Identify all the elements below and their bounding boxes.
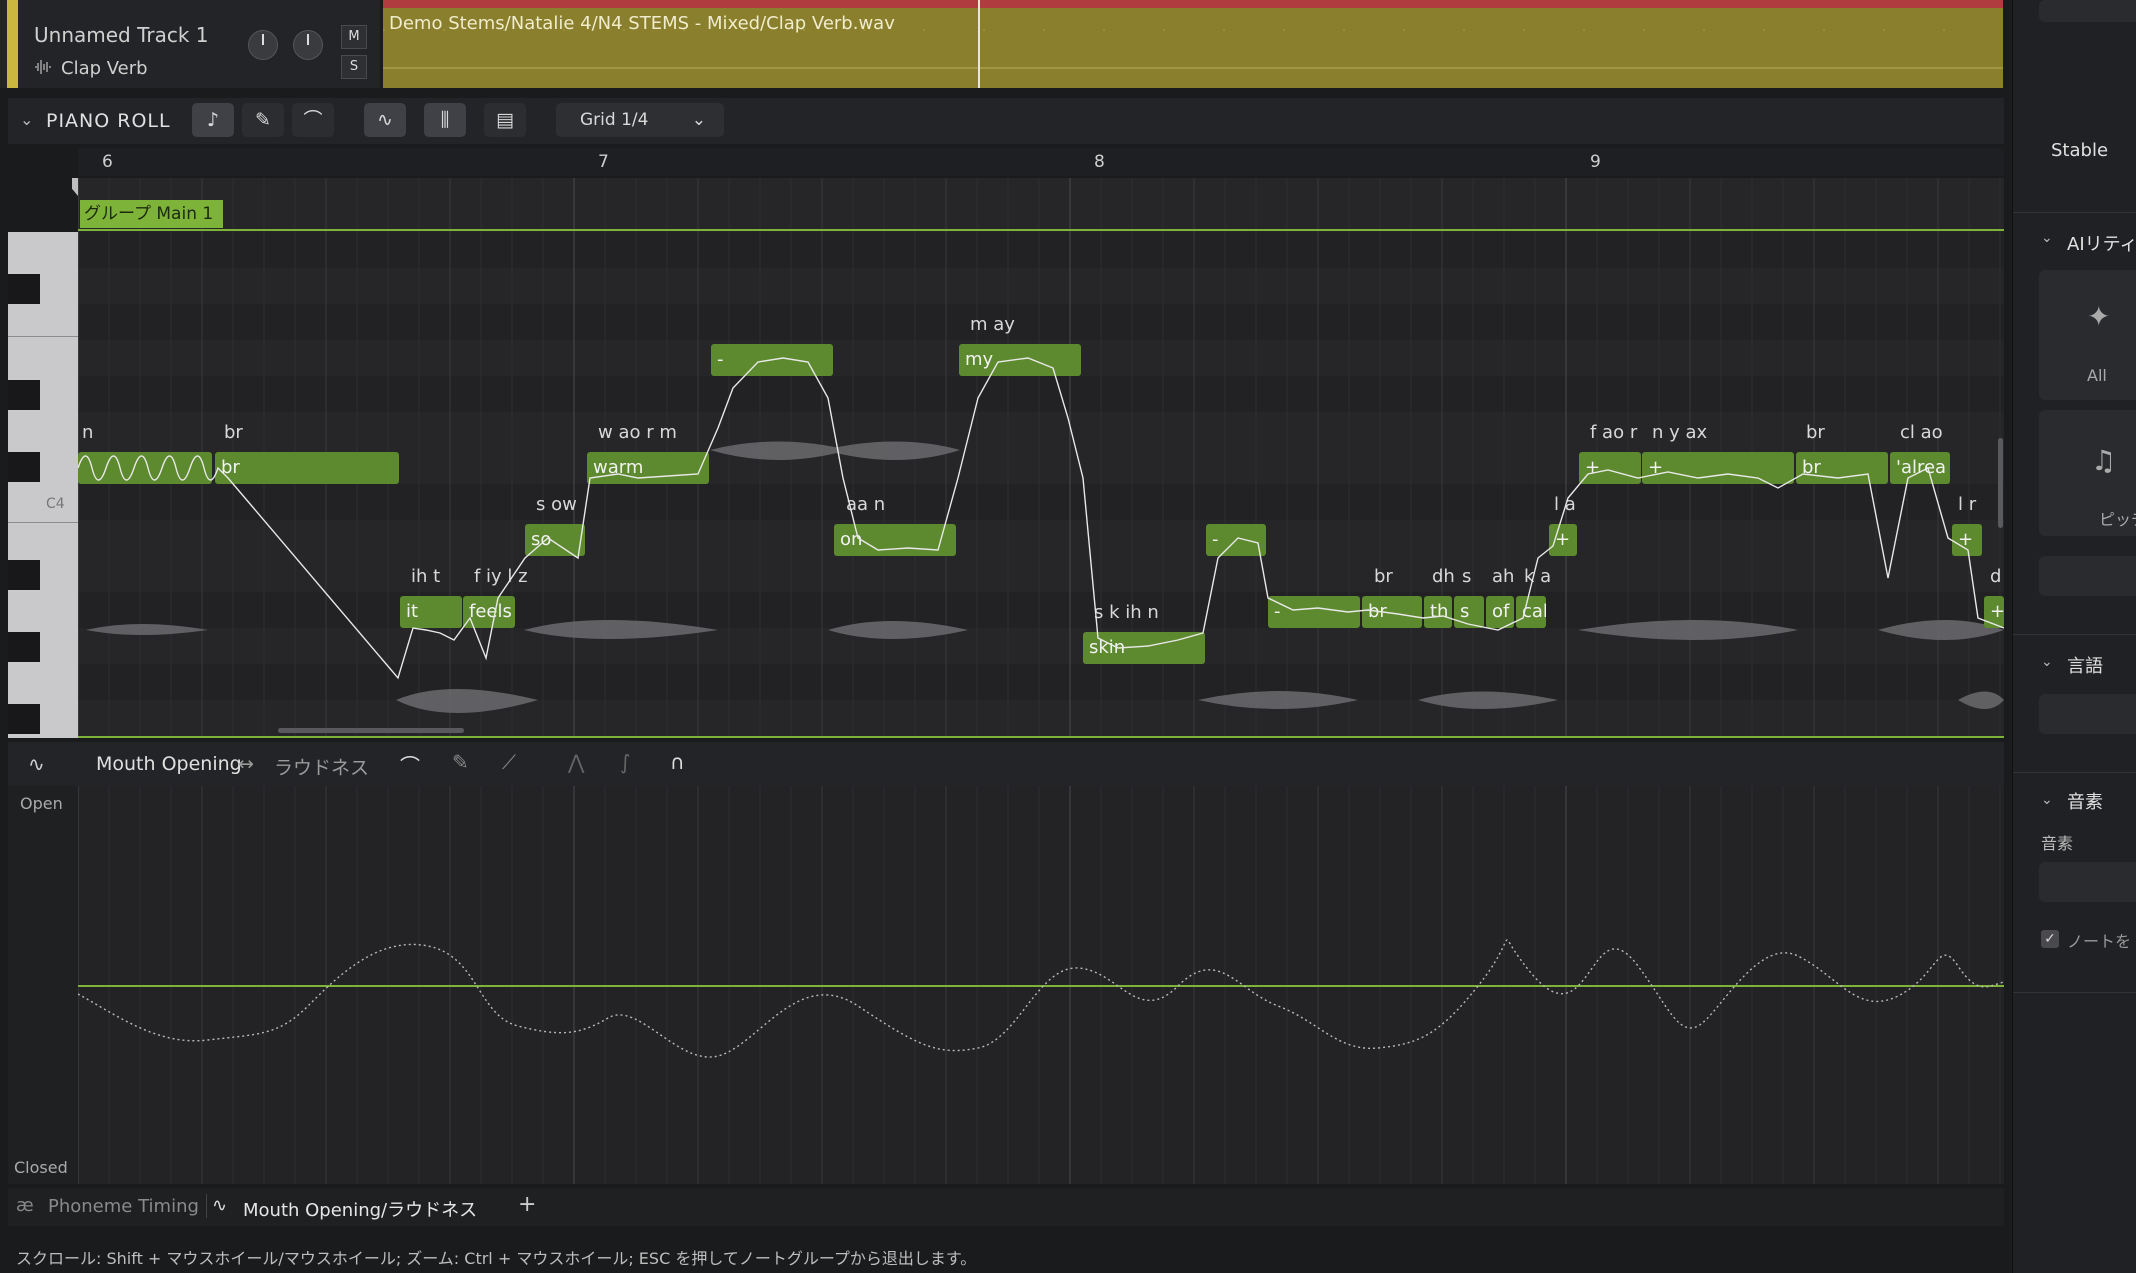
waveform-toggle-icon[interactable]: ⫼: [424, 103, 466, 137]
black-key[interactable]: [8, 452, 40, 482]
peak-shape-icon[interactable]: ⋀: [568, 750, 584, 774]
chevron-down-icon[interactable]: ⌄: [2041, 230, 2053, 246]
add-tab-button[interactable]: +: [518, 1192, 536, 1217]
piano-roll-title: PIANO ROLL: [46, 110, 171, 132]
pencil-tool-icon[interactable]: ✎: [242, 103, 284, 137]
section-divider: [2013, 634, 2136, 635]
track-header[interactable]: Unnamed Track 1 Clap Verb M S: [0, 0, 380, 88]
ai-field[interactable]: [2039, 556, 2136, 596]
solo-button[interactable]: S: [341, 55, 367, 79]
all-label: All: [2087, 366, 2107, 385]
track-name[interactable]: Unnamed Track 1: [34, 23, 209, 47]
tab-mouth-opening[interactable]: Mouth Opening/ラウドネス: [243, 1196, 477, 1222]
phoneme-field-label: 音素: [2041, 834, 2074, 853]
audio-clip[interactable]: Demo Stems/Natalie 4/N4 STEMS - Mixed/Cl…: [383, 0, 2003, 88]
piano-keyboard[interactable]: C4: [8, 232, 78, 738]
playhead[interactable]: [978, 0, 980, 88]
piano-roll-header: ⌄ PIANO ROLL ♪ ✎ ⌒ ∿ ⫼ ▤ Grid 1/4 ⌄: [8, 98, 2004, 144]
section-divider: [2013, 212, 2136, 213]
note-checkbox[interactable]: ✓: [2041, 930, 2059, 948]
bar-number: 9: [1590, 152, 1601, 172]
parameter-gutter: Open Closed: [8, 786, 78, 1184]
ai-pitch-card[interactable]: ♫ ピッチ: [2039, 410, 2136, 536]
parameter-curve: [78, 939, 2004, 1058]
pitch-label: ピッチ: [2099, 510, 2136, 529]
note-tool-icon[interactable]: ♪: [192, 103, 234, 137]
closed-label: Closed: [14, 1158, 68, 1177]
phoneme-icon: æ: [16, 1195, 34, 1216]
editor-tabs: æ Phoneme Timing ∿ Mouth Opening/ラウドネス +: [8, 1188, 2004, 1226]
pitch-curve: [78, 357, 2004, 680]
s-curve-icon[interactable]: ∫: [620, 750, 630, 774]
ai-section-title[interactable]: AIリティ: [2067, 230, 2136, 256]
line-tool-icon[interactable]: ⟋: [502, 750, 516, 774]
top-field[interactable]: [2039, 0, 2136, 22]
black-key[interactable]: [8, 380, 40, 410]
sparkle-icon: ✦: [2087, 300, 2111, 333]
parameter-curve-icon[interactable]: ∿: [28, 752, 45, 776]
curve-tool-icon[interactable]: ⌒: [292, 103, 334, 137]
ai-all-card[interactable]: ✦ All: [2039, 270, 2136, 400]
volume-knob[interactable]: [248, 30, 278, 60]
tab-divider: [206, 1194, 207, 1218]
pitch-curve-toggle-icon[interactable]: ∿: [364, 103, 406, 137]
pan-knob[interactable]: [293, 30, 323, 60]
key-divider: [8, 336, 78, 337]
language-select[interactable]: [2039, 694, 2136, 734]
track-color-strip: [7, 0, 18, 88]
chevron-down-icon: ⌄: [691, 110, 706, 130]
vertical-scrollbar[interactable]: [1998, 438, 2003, 528]
pencil-icon[interactable]: ✎: [452, 750, 469, 774]
section-divider: [2013, 772, 2136, 773]
calendar-toggle-icon[interactable]: ▤: [484, 103, 526, 137]
open-label: Open: [20, 794, 63, 813]
clip-name: Demo Stems/Natalie 4/N4 STEMS - Mixed/Cl…: [389, 13, 895, 34]
chevron-down-icon[interactable]: ⌄: [2041, 792, 2053, 808]
music-note-icon: ♫: [2091, 444, 2117, 477]
bar-number: 8: [1094, 152, 1105, 172]
track-device-name[interactable]: Clap Verb: [61, 58, 148, 79]
tab-phoneme-timing[interactable]: Phoneme Timing: [48, 1196, 199, 1217]
black-key[interactable]: [8, 560, 40, 590]
status-bar-text: スクロール: Shift + マウスホイール/マウスホイール; ズーム: Ctr…: [16, 1249, 977, 1268]
horizontal-scrollbar[interactable]: [278, 728, 464, 733]
stable-label: Stable: [2051, 140, 2109, 161]
parameter-alt-name[interactable]: ラウドネス: [274, 753, 369, 780]
black-key[interactable]: [8, 704, 40, 734]
key-divider: [8, 522, 78, 523]
right-inspector-panel: Stable ⌄ AIリティ ✦ All ♫ ピッチ ⌄ 言語 ⌄ 音素 音素 …: [2012, 0, 2136, 1273]
bar-number: 7: [598, 152, 609, 172]
phoneme-section-title[interactable]: 音素: [2067, 788, 2136, 814]
timeline-ruler[interactable]: 6 7 8 9: [78, 148, 2004, 176]
language-section-title[interactable]: 言語: [2067, 652, 2136, 678]
section-divider: [2013, 992, 2136, 993]
curve-select-icon[interactable]: ⌒: [400, 750, 420, 779]
note-checkbox-label: ノートを: [2067, 932, 2132, 951]
c4-label: C4: [46, 496, 65, 512]
swap-icon[interactable]: ↔: [238, 753, 254, 775]
parameter-name[interactable]: Mouth Opening: [96, 753, 242, 775]
chevron-down-icon[interactable]: ⌄: [2041, 654, 2053, 670]
black-key[interactable]: [8, 632, 40, 662]
black-key[interactable]: [8, 274, 40, 304]
grid-select-label: Grid 1/4: [580, 110, 649, 130]
collapse-chevron-icon[interactable]: ⌄: [20, 110, 33, 129]
parameter-editor-header: ∿ Mouth Opening ↔ ラウドネス ⌒ ✎ ⟋ ⋀ ∫ ∩: [8, 742, 2004, 786]
curve-icon: ∿: [212, 1195, 228, 1216]
phoneme-input[interactable]: [2039, 862, 2136, 902]
bell-shape-icon[interactable]: ∩: [670, 750, 685, 774]
grid-select[interactable]: Grid 1/4 ⌄: [556, 103, 724, 137]
mute-button[interactable]: M: [341, 25, 367, 49]
waveform-icon: [34, 59, 52, 80]
note-editor-area[interactable]: グループ Main 1 br it feels so warm - on my …: [78, 178, 2004, 738]
parameter-curve-area[interactable]: [78, 786, 2004, 1184]
bar-number: 6: [102, 152, 113, 172]
